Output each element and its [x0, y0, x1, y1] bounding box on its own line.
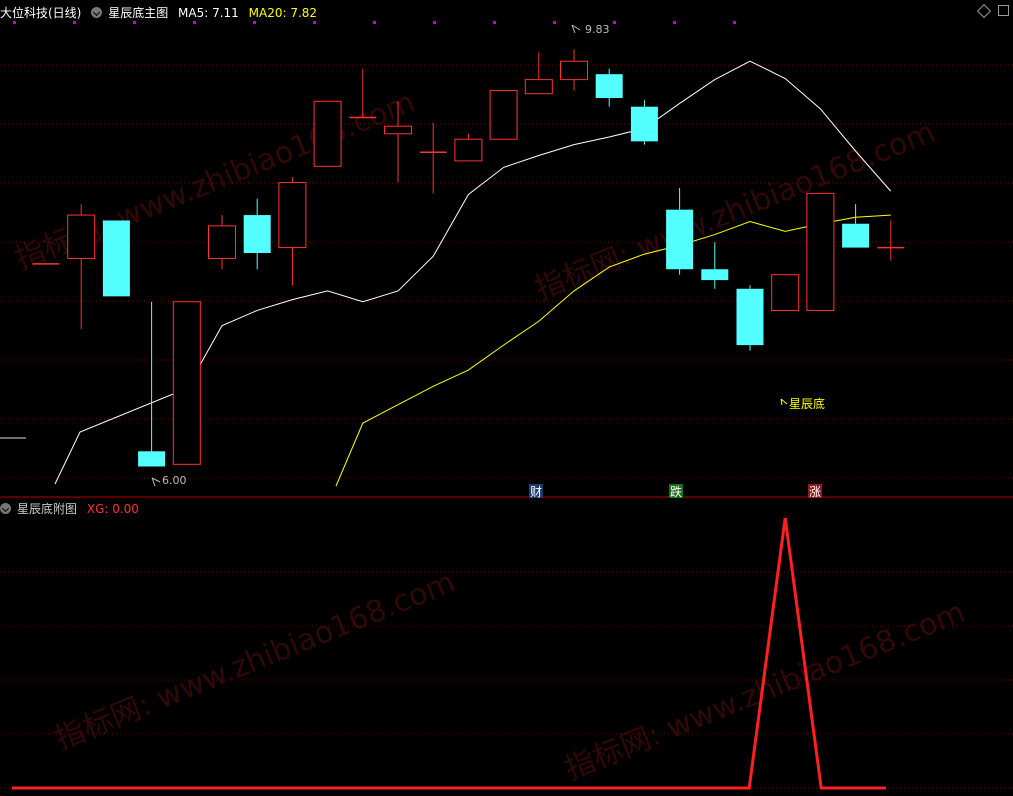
top-marker: [193, 21, 196, 24]
candle: [102, 220, 130, 297]
scroll-box-icon[interactable]: [998, 5, 1009, 16]
candle: [736, 285, 764, 351]
candle: [138, 301, 166, 467]
candle-body-down: [666, 209, 694, 270]
candle-body-up: [560, 60, 588, 81]
candle: [701, 242, 729, 289]
candle-body-down: [595, 74, 623, 99]
candle-body-up: [313, 100, 342, 167]
badge-die: 跌: [670, 484, 682, 499]
low-price-label: 6.00: [162, 474, 187, 487]
candle: [489, 89, 518, 140]
candle-body-up: [172, 301, 201, 465]
annotations: 9.83 6.00 星辰底 财 跌 涨: [151, 23, 825, 499]
top-marker: [253, 21, 256, 24]
candle-body-up: [771, 274, 800, 311]
top-marker: [13, 21, 16, 24]
top-marker: [553, 21, 556, 24]
watermark-text: 指标网: www.zhibiao168.com: [50, 565, 460, 758]
high-price-label: 9.83: [585, 23, 610, 36]
candle: [666, 187, 694, 275]
candle: [172, 301, 201, 465]
main-indicator-name[interactable]: 星辰底主图: [108, 6, 168, 20]
candle-body-down: [102, 220, 130, 297]
top-marker: [433, 21, 436, 24]
watermark-text: 指标网: www.zhibiao168.com: [530, 115, 940, 308]
candle-body-down: [243, 215, 271, 253]
candle: [877, 220, 905, 261]
top-marker: [73, 21, 76, 24]
sub-indicator-name[interactable]: 星辰底附图: [17, 502, 77, 516]
watermark-layer: 指标网: www.zhibiao168.com 指标网: www.zhibiao1…: [10, 85, 970, 788]
sub-chart-series: [12, 517, 886, 790]
indicator-menu-icon[interactable]: [91, 7, 103, 18]
candle: [278, 177, 307, 286]
candle: [630, 100, 658, 145]
candle: [524, 52, 553, 95]
candle-body-up: [67, 214, 96, 259]
candle-body-up: [278, 182, 307, 249]
candle: [67, 204, 96, 329]
high-arrow: [571, 24, 581, 34]
candle: [208, 215, 236, 270]
candle: [243, 198, 271, 270]
candle-body-up: [524, 79, 553, 95]
candle-body-down: [701, 269, 729, 281]
low-arrow: [151, 477, 161, 487]
sub-chart-header: 星辰底附图 XG: 0.00: [0, 500, 145, 517]
top-marker: [673, 21, 676, 24]
xg-line: [12, 517, 886, 790]
candle: [313, 100, 342, 167]
candle-body-up: [489, 89, 518, 140]
candle-body-up: [806, 192, 835, 311]
top-marker: [313, 21, 316, 24]
candle-body-down: [736, 288, 764, 346]
signal-label: 星辰底: [789, 396, 825, 411]
top-marker: [493, 21, 496, 24]
ma20-value: MA20: 7.82: [248, 6, 318, 20]
sub-indicator-menu-icon[interactable]: [0, 503, 11, 514]
candle-body-down: [138, 451, 166, 467]
main-chart-header: 大位科技(日线) 星辰底主图 MA5: 7.11 MA20: 7.82: [0, 4, 323, 21]
top-marker: [733, 21, 736, 24]
watermark-text: 指标网: www.zhibiao168.com: [560, 595, 970, 788]
candle-body-up: [454, 138, 483, 162]
candlestick-series: [32, 49, 905, 467]
candle: [806, 192, 835, 311]
badge-cai: 财: [530, 485, 542, 499]
candle-body-down: [630, 106, 658, 142]
ma5-value: MA5: 7.11: [178, 6, 239, 20]
candle: [454, 133, 483, 162]
candle: [560, 49, 588, 91]
top-marker: [133, 21, 136, 24]
top-markers: [13, 21, 736, 24]
badge-zhang: 涨: [809, 484, 821, 499]
candle: [419, 122, 447, 194]
top-marker: [373, 21, 376, 24]
candle: [771, 274, 800, 311]
signal-arrow: [780, 398, 788, 406]
candle-body-down: [842, 223, 870, 248]
stock-title: 大位科技(日线): [0, 6, 82, 20]
chart-canvas: 指标网: www.zhibiao168.com 指标网: www.zhibiao1…: [0, 21, 1013, 790]
top-marker: [613, 21, 616, 24]
candle-body-up: [208, 225, 236, 259]
candle: [842, 204, 870, 248]
xg-value: XG: 0.00: [86, 502, 139, 516]
candle: [595, 68, 623, 107]
candle-body-up: [384, 125, 412, 135]
